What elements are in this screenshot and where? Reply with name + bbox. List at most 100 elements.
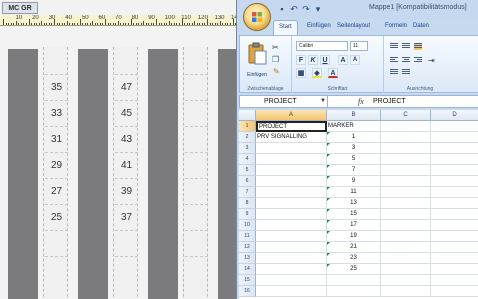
grid-cell[interactable]: 13 xyxy=(327,198,381,209)
grid-cell[interactable]: 17 xyxy=(327,220,381,231)
cut-icon[interactable]: ✂ xyxy=(272,43,279,52)
marker-cell[interactable]: 35 xyxy=(45,75,68,101)
grid-cell[interactable] xyxy=(381,275,431,286)
grid-cell[interactable] xyxy=(431,121,478,132)
row-header[interactable]: 15 xyxy=(239,275,256,286)
format-painter-icon[interactable]: ✎ xyxy=(273,67,280,76)
tab-data[interactable]: Daten xyxy=(413,23,429,29)
marker-cell[interactable]: 41 xyxy=(115,153,138,179)
tab-insert[interactable]: Einfügen xyxy=(307,23,331,29)
marker-cell[interactable] xyxy=(185,49,208,75)
wrap-text-icon[interactable]: ⇥ xyxy=(428,56,435,65)
row-header[interactable]: 11 xyxy=(239,231,256,242)
font-color-button[interactable]: A xyxy=(328,68,338,78)
grid-cell[interactable] xyxy=(381,198,431,209)
select-all-corner[interactable] xyxy=(239,110,256,121)
grid-cell[interactable] xyxy=(381,242,431,253)
grid-cell[interactable] xyxy=(381,154,431,165)
grid-cell[interactable]: 5 xyxy=(327,154,381,165)
marker-cell[interactable]: 33 xyxy=(45,101,68,127)
marker-cell[interactable] xyxy=(185,75,208,101)
copy-icon[interactable]: ❐ xyxy=(272,55,279,64)
grid-cell[interactable] xyxy=(431,132,478,143)
row-header[interactable]: 4 xyxy=(239,154,256,165)
grid-cell[interactable] xyxy=(431,264,478,275)
row-header[interactable]: 13 xyxy=(239,253,256,264)
grid-cell[interactable]: 1 xyxy=(327,132,381,143)
grid-cell[interactable] xyxy=(256,220,327,231)
formula-input[interactable]: PROJECT xyxy=(373,96,406,107)
grid-cell[interactable]: 9 xyxy=(327,176,381,187)
grid-cell[interactable]: 3 xyxy=(327,143,381,154)
grid-cell[interactable] xyxy=(256,264,327,275)
name-box[interactable]: PROJECT xyxy=(240,96,328,107)
marker-cell[interactable] xyxy=(115,49,138,75)
grid-cell[interactable] xyxy=(327,286,381,297)
marker-cell[interactable] xyxy=(185,231,208,257)
grid-cell[interactable]: 19 xyxy=(327,231,381,242)
column-header[interactable]: D xyxy=(431,110,478,121)
grid-cell[interactable] xyxy=(256,176,327,187)
marker-cell[interactable]: 29 xyxy=(45,153,68,179)
marker-cell[interactable] xyxy=(185,179,208,205)
marker-cell[interactable] xyxy=(45,49,68,75)
grid-cell[interactable] xyxy=(431,176,478,187)
marker-strip[interactable]: 47 45 43 41 39 37 xyxy=(113,47,138,299)
grid-cell[interactable] xyxy=(381,286,431,297)
grid-cell[interactable] xyxy=(381,143,431,154)
row-header[interactable]: 5 xyxy=(239,165,256,176)
row-header[interactable]: 1 xyxy=(239,121,256,132)
grid-cell[interactable]: 7 xyxy=(327,165,381,176)
font-name-dropdown[interactable]: Calibri xyxy=(296,41,348,51)
customize-toolbar-icon[interactable]: ▾ xyxy=(313,4,323,14)
row-header[interactable]: 14 xyxy=(239,264,256,275)
row-header[interactable]: 16 xyxy=(239,286,256,297)
redo-icon[interactable]: ↷ xyxy=(301,4,311,14)
grid-cell[interactable] xyxy=(381,132,431,143)
font-size-dropdown[interactable]: 11 xyxy=(350,41,368,51)
marker-cell[interactable] xyxy=(185,127,208,153)
grid-cell[interactable]: PRV SIGNALLING xyxy=(256,132,327,143)
tab-start[interactable]: Start xyxy=(273,20,298,35)
grid-cell[interactable] xyxy=(431,187,478,198)
fill-color-button[interactable]: ◈ xyxy=(312,68,322,78)
grid-cell[interactable] xyxy=(256,209,327,220)
grid-cell[interactable] xyxy=(256,286,327,297)
grid-cell[interactable] xyxy=(256,143,327,154)
save-icon[interactable]: ▪ xyxy=(277,4,287,14)
grid-cell[interactable]: 23 xyxy=(327,253,381,264)
grow-font-button[interactable]: A xyxy=(338,55,348,65)
underline-button[interactable]: U xyxy=(320,55,330,65)
align-left-icon[interactable] xyxy=(390,57,398,64)
marker-cell[interactable] xyxy=(115,231,138,257)
align-bottom-icon[interactable] xyxy=(414,43,422,50)
marker-cell[interactable]: 39 xyxy=(115,179,138,205)
row-header[interactable]: 7 xyxy=(239,187,256,198)
grid-cell[interactable] xyxy=(381,176,431,187)
grid-cell[interactable] xyxy=(431,198,478,209)
grid-cell[interactable] xyxy=(431,231,478,242)
name-box-dropdown-icon[interactable]: ▼ xyxy=(320,96,326,107)
marker-cell[interactable]: 27 xyxy=(45,179,68,205)
row-header[interactable]: 10 xyxy=(239,220,256,231)
decrease-indent-icon[interactable] xyxy=(390,69,398,76)
column-header[interactable]: A xyxy=(256,110,327,121)
bold-button[interactable]: F xyxy=(296,55,306,65)
insert-function-icon[interactable]: fx xyxy=(358,96,364,107)
grid-cell[interactable]: 21 xyxy=(327,242,381,253)
grid-cell[interactable] xyxy=(431,286,478,297)
grid-cell[interactable] xyxy=(256,198,327,209)
marker-cell[interactable]: 45 xyxy=(115,101,138,127)
row-header[interactable]: 2 xyxy=(239,132,256,143)
grid-cell[interactable] xyxy=(381,264,431,275)
borders-button[interactable]: ▦ xyxy=(296,68,306,78)
paste-button[interactable]: Einfügen xyxy=(246,42,268,78)
undo-icon[interactable]: ↶ xyxy=(289,4,299,14)
align-center-icon[interactable] xyxy=(402,57,410,64)
grid-cell[interactable] xyxy=(256,231,327,242)
marker-cell[interactable]: 47 xyxy=(115,75,138,101)
column-header[interactable]: B xyxy=(327,110,381,121)
tab-formulas[interactable]: Formeln xyxy=(385,23,407,29)
grid-cell[interactable] xyxy=(256,275,327,286)
marker-cell[interactable] xyxy=(185,205,208,231)
